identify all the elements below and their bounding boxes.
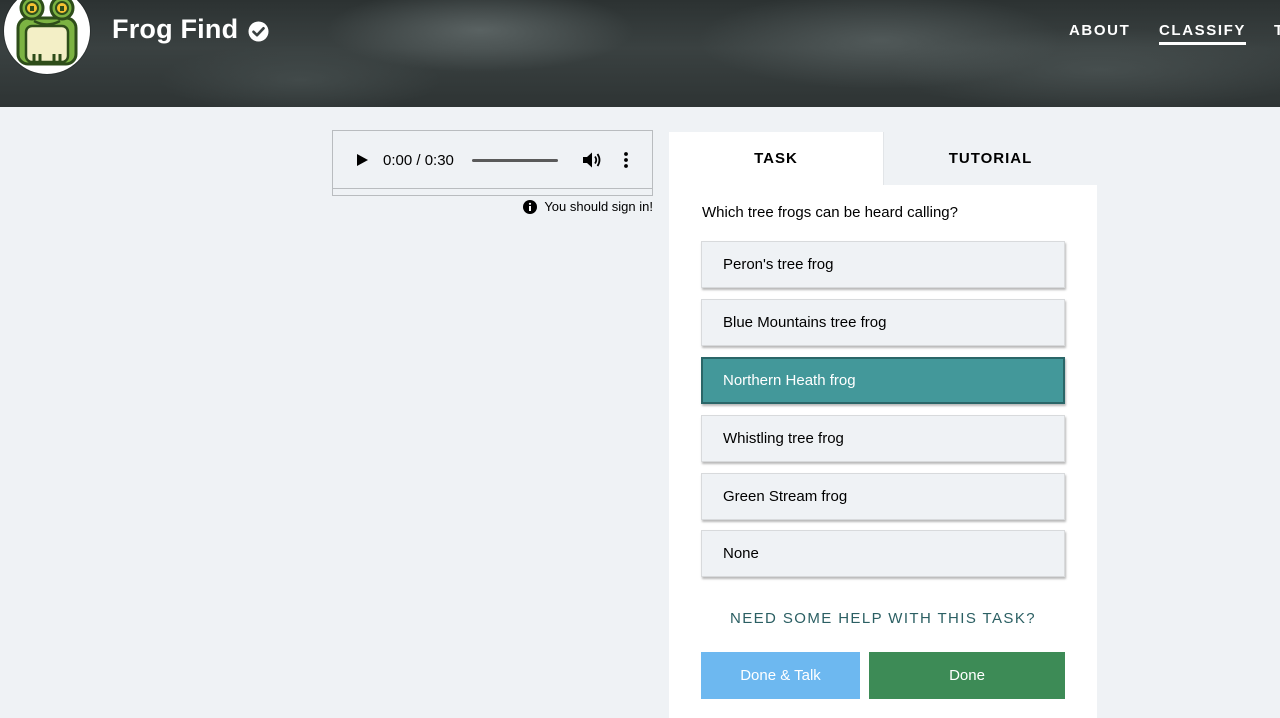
answer-green-stream-frog[interactable]: Green Stream frog [701,473,1065,520]
nav-classify[interactable]: CLASSIFY [1159,22,1246,45]
volume-icon[interactable] [582,151,602,169]
tab-task[interactable]: TASK [669,132,883,185]
answer-none[interactable]: None [701,530,1065,577]
project-title[interactable]: Frog Find [112,14,238,45]
task-question: Which tree frogs can be heard calling? [702,204,958,221]
answer-perons-tree-frog[interactable]: Peron's tree frog [701,241,1065,288]
audio-player: 0:00 / 0:30 [334,132,651,186]
signin-note: You should sign in! [523,199,653,214]
tab-tutorial[interactable]: TUTORIAL [883,132,1097,185]
project-header: Frog Find ABOUT CLASSIFY T [0,0,1280,107]
help-link[interactable]: NEED SOME HELP WITH THIS TASK? [669,610,1097,627]
frog-logo-icon [16,0,78,66]
viewer-divider [333,188,652,189]
audio-seek-slider[interactable] [472,159,558,162]
audio-time-readout: 0:00 / 0:30 [383,152,454,169]
task-panel: TASK TUTORIAL Which tree frogs can be he… [669,132,1097,718]
signin-note-text: You should sign in! [544,199,653,214]
verified-badge-icon [248,21,269,42]
play-icon[interactable] [354,152,370,168]
nav-about[interactable]: ABOUT [1069,22,1130,39]
answer-northern-heath-frog[interactable]: Northern Heath frog [701,357,1065,404]
more-options-icon[interactable] [622,151,630,169]
subject-viewer: 0:00 / 0:30 [332,130,653,196]
done-button[interactable]: Done [869,652,1065,699]
answer-blue-mountains-tree-frog[interactable]: Blue Mountains tree frog [701,299,1065,346]
info-icon [523,199,538,214]
answer-whistling-tree-frog[interactable]: Whistling tree frog [701,415,1065,462]
project-avatar[interactable] [4,0,90,74]
nav-talk-truncated[interactable]: T [1274,22,1280,39]
done-and-talk-button[interactable]: Done & Talk [701,652,860,699]
